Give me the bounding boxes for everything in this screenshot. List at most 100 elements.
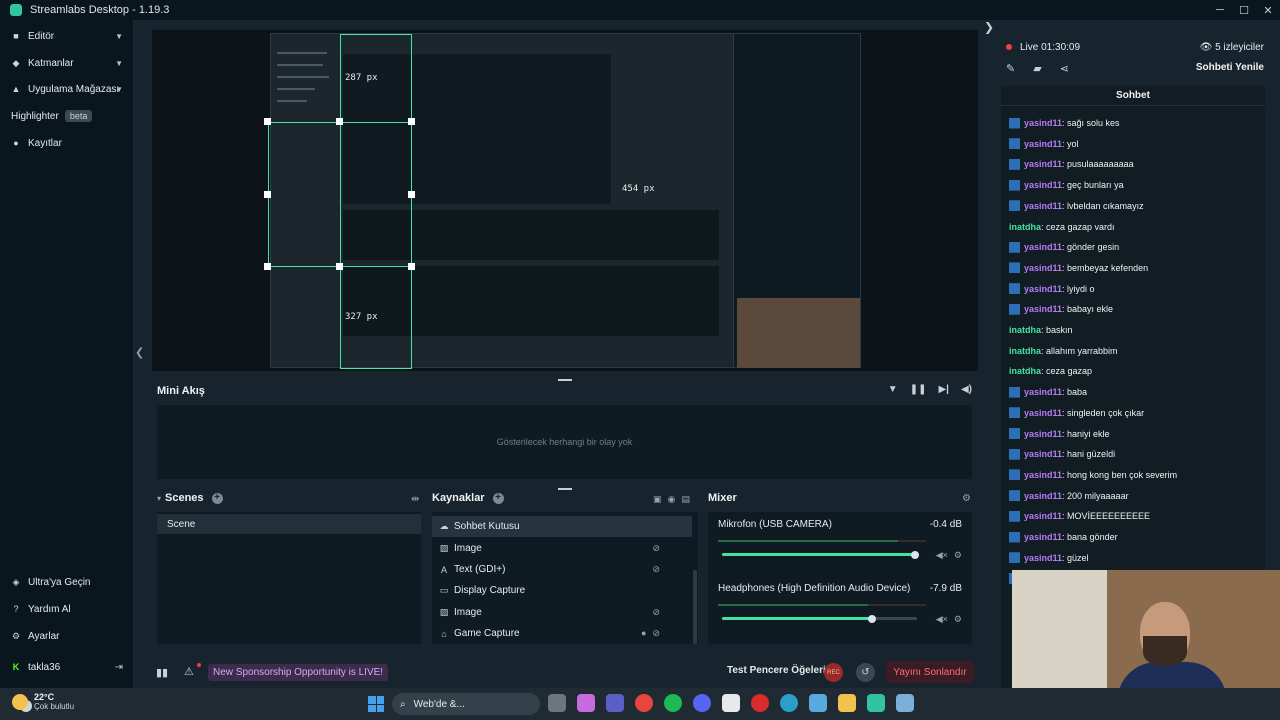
resize-handle[interactable] (264, 118, 271, 125)
stream-preview[interactable]: 287 px 327 px 454 px (152, 30, 978, 371)
source-item[interactable]: ▨ Image ⊘ (432, 602, 692, 623)
chat-username[interactable]: inatdha (1009, 366, 1041, 376)
chat-username[interactable]: yasind11 (1024, 387, 1062, 397)
sidebar-item-ultra[interactable]: ◈ Ultra'ya Geçin (0, 569, 134, 595)
chat-username[interactable]: yasind11 (1024, 242, 1062, 252)
record-button[interactable]: REC (824, 663, 843, 682)
resize-handle[interactable] (558, 488, 572, 490)
chat-username[interactable]: yasind11 (1024, 180, 1062, 190)
sponsorship-banner[interactable]: New Sponsorship Opportunity is LIVE! (208, 664, 389, 681)
chat-username[interactable]: yasind11 (1024, 201, 1062, 211)
add-scene-button[interactable]: + (211, 492, 223, 504)
resize-handle[interactable] (408, 118, 415, 125)
gear-icon[interactable]: ⚙ (962, 493, 971, 504)
chat-username[interactable]: inatdha (1009, 222, 1041, 232)
notepad-icon[interactable] (896, 694, 914, 712)
share-icon[interactable]: ⋖ (1060, 62, 1069, 75)
file-explorer-icon[interactable] (838, 694, 856, 712)
source-item[interactable]: ☁ Sohbet Kutusu (432, 516, 692, 537)
chat-username[interactable]: yasind11 (1024, 263, 1062, 273)
volume-knob[interactable] (911, 551, 919, 559)
visibility-off-icon[interactable]: ⊘ (652, 543, 660, 554)
teams-icon[interactable] (606, 694, 624, 712)
volume-fader[interactable] (722, 617, 872, 620)
sidebar-item-highlighter[interactable]: Highlighter beta (0, 103, 134, 129)
volume-knob[interactable] (868, 615, 876, 623)
tag-icon[interactable]: ▰ (1033, 62, 1041, 75)
resize-handle[interactable] (336, 263, 343, 270)
scene-item[interactable]: Scene (157, 514, 421, 534)
resize-handle[interactable] (264, 191, 271, 198)
sources-scrollbar[interactable] (693, 570, 697, 644)
photos-icon[interactable] (809, 694, 827, 712)
refresh-chat-button[interactable]: Sohbeti Yenile (1196, 62, 1264, 73)
chat-username[interactable]: inatdha (1009, 346, 1041, 356)
pause-icon[interactable]: ❚❚ (910, 384, 927, 395)
maximize-icon[interactable]: ☐ (1232, 0, 1256, 20)
sidebar-item-settings[interactable]: ⚙ Ayarlar (0, 623, 134, 649)
resize-handle[interactable] (408, 191, 415, 198)
chat-username[interactable]: yasind11 (1024, 304, 1062, 314)
chat-username[interactable]: inatdha (1009, 325, 1041, 335)
chat-username[interactable]: yasind11 (1024, 284, 1062, 294)
gear-icon[interactable]: ⚙ (954, 550, 962, 561)
chat-username[interactable]: yasind11 (1024, 449, 1062, 459)
stats-icon[interactable]: ▮▮ (156, 666, 168, 679)
weather-widget[interactable]: 22°C Çok bulutlu (12, 692, 74, 711)
opera-icon[interactable] (751, 694, 769, 712)
source-group-icon[interactable]: ▣ (653, 494, 662, 505)
copilot-icon[interactable] (577, 694, 595, 712)
skip-icon[interactable]: ▶| (938, 384, 949, 395)
chat-username[interactable]: yasind11 (1024, 532, 1062, 542)
lock-icon[interactable]: ● (641, 628, 646, 639)
chevron-down-icon[interactable]: ▾ (157, 494, 161, 503)
source-item[interactable]: ⌂ Game Capture ● ⊘ (432, 623, 692, 644)
sidebar-item-recordings[interactable]: ● Kayıtlar (0, 130, 134, 156)
chat-username[interactable]: yasind11 (1024, 470, 1062, 480)
sidebar-item-account[interactable]: K takla36 ⇥ (0, 654, 134, 680)
gear-icon[interactable]: ⚙ (954, 614, 962, 625)
chat-username[interactable]: yasind11 (1024, 118, 1062, 128)
logout-icon[interactable]: ⇥ (115, 662, 123, 673)
chat-username[interactable]: yasind11 (1024, 429, 1062, 439)
edit-icon[interactable]: ✎ (1006, 62, 1015, 75)
folder-icon[interactable]: ▤ (681, 494, 690, 505)
scene-transitions-icon[interactable]: ⇹ (411, 494, 419, 505)
volume-icon[interactable]: ◀) (961, 384, 972, 395)
resize-handle[interactable] (264, 263, 271, 270)
visibility-off-icon[interactable]: ⊘ (652, 628, 660, 639)
test-widgets-button[interactable]: Test Pencere Öğeleri (727, 665, 826, 676)
filter-icon[interactable]: ▼ (888, 384, 898, 395)
resize-handle[interactable] (336, 118, 343, 125)
end-stream-button[interactable]: Yayını Sonlandır (886, 661, 974, 683)
source-item[interactable]: ▭ Display Capture (432, 580, 692, 601)
chat-username[interactable]: yasind11 (1024, 491, 1062, 501)
chevron-right-icon[interactable]: ❯ (984, 20, 994, 34)
spotify-icon[interactable] (664, 694, 682, 712)
app-icon[interactable] (722, 694, 740, 712)
taskbar-search[interactable]: ⌕ Web'de &... (392, 693, 540, 715)
replay-buffer-button[interactable]: ↺ (856, 663, 875, 682)
mute-icon[interactable]: ◀× (936, 550, 948, 561)
volume-fader[interactable] (722, 553, 915, 556)
discord-icon[interactable] (693, 694, 711, 712)
alert-icon[interactable]: ⚠ (184, 665, 194, 678)
mute-icon[interactable]: ◀× (936, 614, 948, 625)
task-view-icon[interactable] (548, 694, 566, 712)
source-item[interactable]: ▨ Image ⊘ (432, 538, 692, 559)
chat-username[interactable]: yasind11 (1024, 511, 1062, 521)
resize-handle[interactable] (408, 263, 415, 270)
chevron-left-icon[interactable]: ❮ (135, 346, 144, 359)
mute-all-icon[interactable]: ◉ (668, 494, 676, 505)
edge-icon[interactable] (780, 694, 798, 712)
sidebar-item-store[interactable]: ▲ Uygulama Mağazası ▼ (0, 76, 134, 102)
visibility-off-icon[interactable]: ⊘ (652, 607, 660, 618)
add-source-button[interactable]: + (492, 492, 504, 504)
sidebar-item-layers[interactable]: ◆ Katmanlar ▼ (0, 50, 134, 76)
chat-username[interactable]: yasind11 (1024, 159, 1062, 169)
chat-username[interactable]: yasind11 (1024, 139, 1062, 149)
windows-start-icon[interactable] (368, 696, 384, 712)
chat-username[interactable]: yasind11 (1024, 553, 1062, 563)
streamlabs-icon[interactable] (867, 694, 885, 712)
close-icon[interactable]: ✕ (1256, 0, 1280, 20)
